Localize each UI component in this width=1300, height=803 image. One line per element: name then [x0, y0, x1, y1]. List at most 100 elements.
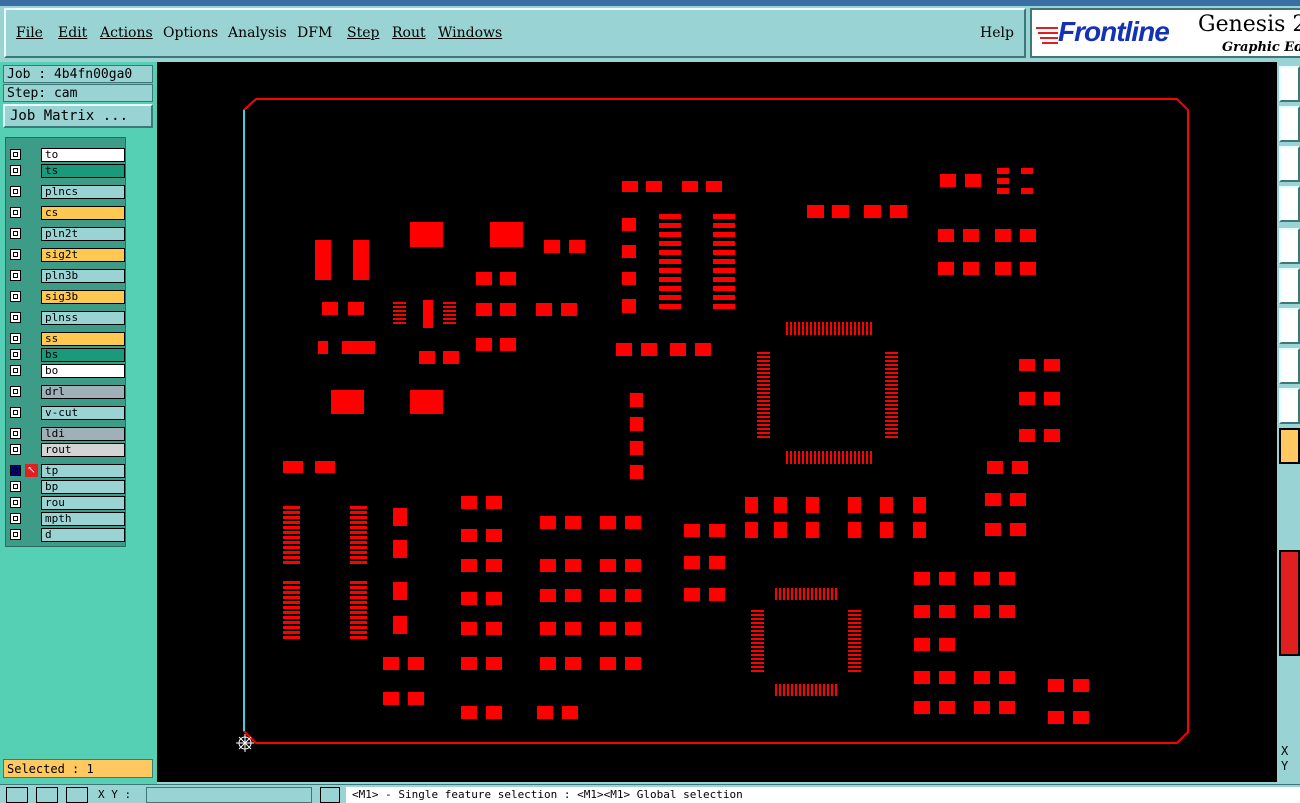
layer-row-rou[interactable]: rou [8, 496, 125, 510]
pad[interactable] [641, 343, 657, 356]
pad[interactable] [1019, 359, 1035, 371]
pad[interactable] [885, 432, 898, 434]
pad[interactable] [822, 451, 824, 464]
pad[interactable] [600, 622, 616, 635]
layer-row-d[interactable]: d [8, 528, 125, 542]
pad[interactable] [885, 420, 898, 422]
pad[interactable] [939, 671, 955, 684]
pad[interactable] [684, 588, 700, 601]
pad[interactable] [823, 588, 825, 600]
pad[interactable] [350, 516, 367, 519]
pad[interactable] [423, 300, 433, 328]
pad[interactable] [885, 388, 898, 390]
pad[interactable] [646, 181, 662, 192]
pad[interactable] [757, 384, 770, 386]
pad[interactable] [885, 408, 898, 410]
pad[interactable] [562, 706, 578, 719]
pad[interactable] [283, 591, 300, 594]
pad[interactable] [751, 646, 764, 648]
pad[interactable] [283, 621, 300, 624]
pad[interactable] [830, 322, 832, 335]
pad[interactable] [419, 351, 435, 364]
layer-checkbox[interactable] [10, 465, 21, 476]
pad[interactable] [890, 205, 907, 218]
menu-analysis[interactable]: Analysis [228, 25, 287, 41]
pad[interactable] [393, 582, 407, 600]
pad[interactable] [1019, 429, 1035, 442]
pad[interactable] [938, 262, 954, 275]
pad[interactable] [835, 684, 837, 696]
pad[interactable] [622, 218, 636, 231]
pad[interactable] [318, 341, 328, 354]
pad[interactable] [350, 561, 367, 564]
pad[interactable] [795, 684, 797, 696]
pad[interactable] [283, 521, 300, 524]
pad[interactable] [1019, 392, 1035, 405]
pad[interactable] [283, 581, 300, 584]
pad[interactable] [885, 376, 898, 378]
pad[interactable] [819, 684, 821, 696]
pad[interactable] [799, 684, 801, 696]
pad[interactable] [885, 392, 898, 394]
pad[interactable] [348, 302, 364, 315]
tool-layer-button[interactable] [1279, 186, 1300, 222]
layer-checkbox[interactable] [10, 386, 21, 397]
pad[interactable] [807, 588, 809, 600]
pad[interactable] [350, 541, 367, 544]
pad[interactable] [283, 506, 300, 509]
pad[interactable] [350, 536, 367, 539]
pad[interactable] [854, 322, 856, 335]
pad[interactable] [885, 436, 898, 438]
pad[interactable] [476, 272, 492, 285]
pad[interactable] [848, 654, 861, 656]
pad[interactable] [885, 368, 898, 370]
pad[interactable] [864, 205, 881, 218]
pad[interactable] [283, 636, 300, 639]
pad[interactable] [779, 684, 781, 696]
pad[interactable] [410, 222, 443, 247]
layer-row-mpth[interactable]: mpth [8, 512, 125, 526]
pad[interactable] [806, 322, 808, 335]
layer-row-ldi[interactable]: ldi [8, 427, 125, 441]
pad[interactable] [997, 178, 1009, 184]
layer-checkbox[interactable] [10, 407, 21, 418]
pad[interactable] [787, 684, 789, 696]
pad[interactable] [914, 605, 930, 618]
pad[interactable] [713, 295, 735, 300]
pad[interactable] [745, 522, 758, 538]
pad[interactable] [565, 589, 581, 602]
layer-row-plnss[interactable]: plnss [8, 311, 125, 325]
layer-row-drl[interactable]: drl [8, 385, 125, 399]
pad[interactable] [537, 706, 553, 719]
pad[interactable] [350, 586, 367, 589]
pad[interactable] [540, 657, 556, 670]
pad[interactable] [283, 586, 300, 589]
layer-row-bo[interactable]: bo [8, 364, 125, 378]
pad[interactable] [963, 262, 979, 275]
pad[interactable] [1073, 711, 1089, 724]
xy-input[interactable] [146, 787, 312, 803]
pad[interactable] [848, 626, 861, 628]
pad[interactable] [709, 556, 725, 569]
pad[interactable] [870, 322, 872, 335]
pad[interactable] [350, 546, 367, 549]
layer-row-bs[interactable]: bs [8, 348, 125, 362]
pad[interactable] [939, 701, 955, 714]
pad[interactable] [858, 451, 860, 464]
pad[interactable] [885, 400, 898, 402]
pad[interactable] [751, 666, 764, 668]
pad[interactable] [500, 338, 516, 351]
layer-checkbox[interactable] [10, 428, 21, 439]
pad[interactable] [914, 671, 930, 684]
pad[interactable] [802, 322, 804, 335]
pad[interactable] [486, 559, 502, 572]
pad[interactable] [486, 706, 502, 719]
pad[interactable] [461, 592, 477, 605]
pad[interactable] [682, 181, 698, 192]
pad[interactable] [757, 380, 770, 382]
layer-checkbox[interactable] [10, 481, 21, 492]
pad[interactable] [848, 642, 861, 644]
menu-dfm[interactable]: DFM [297, 25, 332, 41]
layer-row-sig2t[interactable]: sig2t [8, 248, 125, 262]
pad[interactable] [823, 684, 825, 696]
